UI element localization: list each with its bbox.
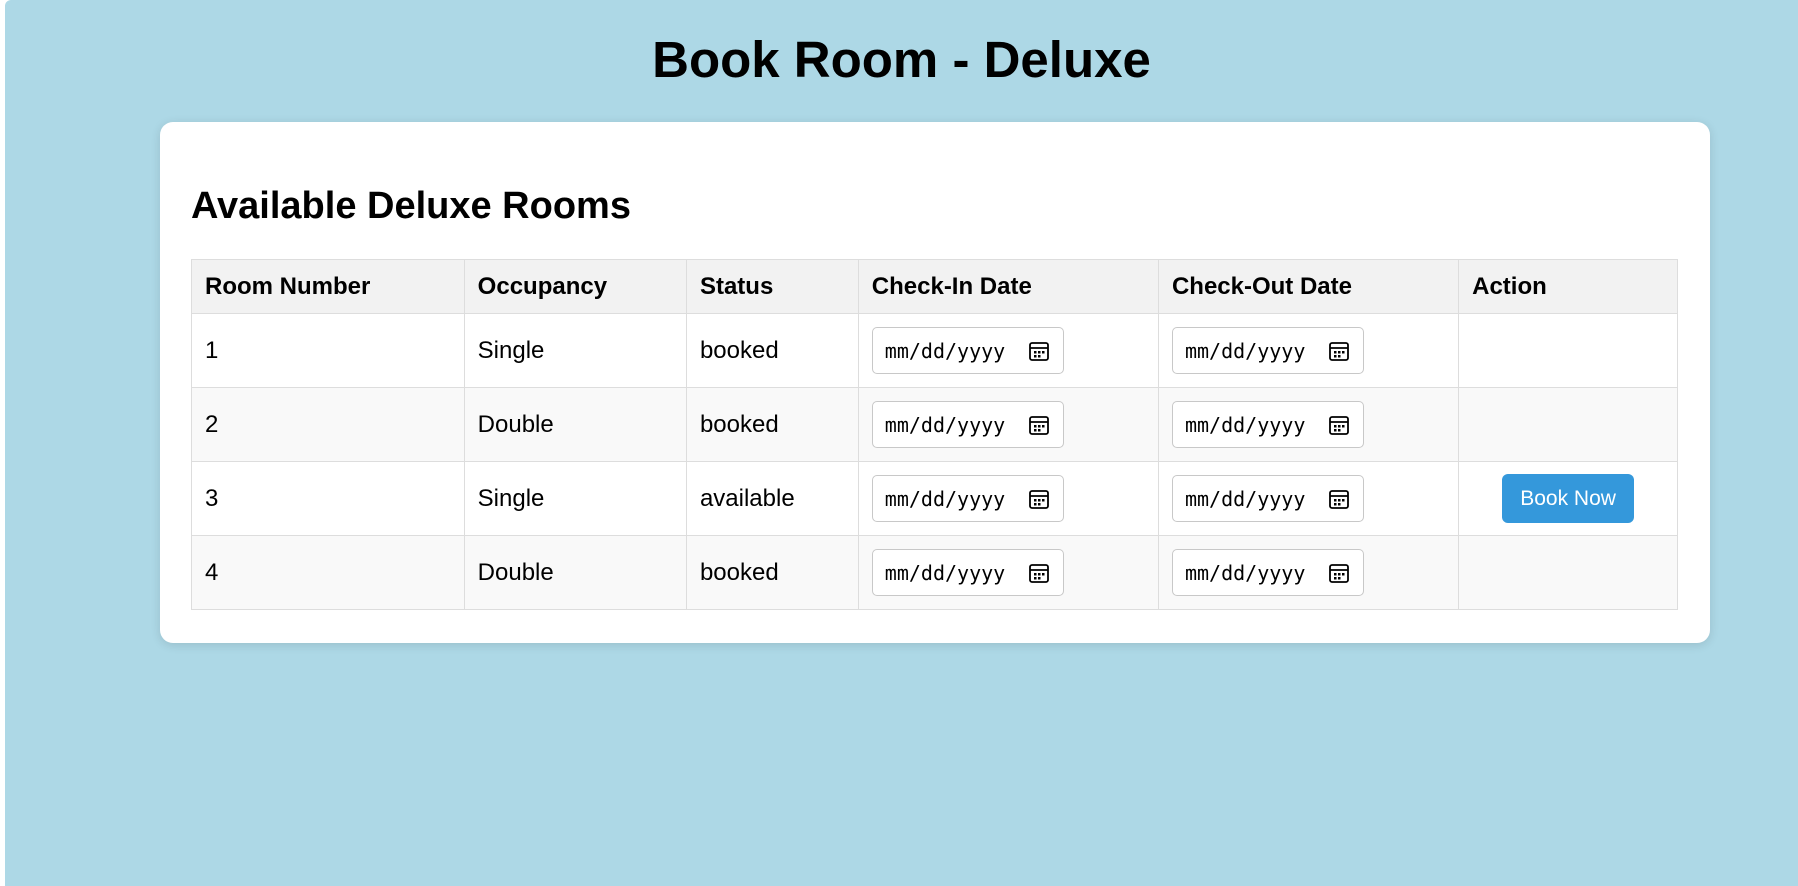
- occupancy-cell: Double: [463, 535, 687, 610]
- status-cell: booked: [685, 387, 859, 462]
- table-row: 4 Double booked mm/dd/yyyy mm/dd/yyyy: [191, 535, 1678, 610]
- check-in-date-input[interactable]: mm/dd/yyyy: [871, 327, 1064, 374]
- rooms-card: Available Deluxe Rooms Room Number Occup…: [160, 122, 1710, 643]
- date-placeholder: mm/dd/yyyy: [1184, 486, 1306, 511]
- calendar-icon[interactable]: [1028, 414, 1050, 436]
- date-placeholder: mm/dd/yyyy: [884, 486, 1006, 511]
- check-in-cell: mm/dd/yyyy: [857, 387, 1159, 462]
- date-placeholder: mm/dd/yyyy: [1184, 338, 1306, 363]
- table-row: 1 Single booked mm/dd/yyyy mm/dd/yyyy: [191, 313, 1678, 388]
- occupancy-cell: Double: [463, 387, 687, 462]
- check-out-date-input[interactable]: mm/dd/yyyy: [1171, 475, 1364, 522]
- section-title: Available Deluxe Rooms: [191, 185, 631, 227]
- column-header-check-in: Check-In Date: [857, 259, 1159, 314]
- room-number-cell: 1: [191, 313, 465, 388]
- date-placeholder: mm/dd/yyyy: [884, 412, 1006, 437]
- column-header-status: Status: [685, 259, 859, 314]
- page-title: Book Room - Deluxe: [652, 31, 1151, 88]
- calendar-icon[interactable]: [1328, 488, 1350, 510]
- book-now-button[interactable]: Book Now: [1502, 474, 1634, 523]
- date-placeholder: mm/dd/yyyy: [884, 560, 1006, 585]
- check-out-date-input[interactable]: mm/dd/yyyy: [1171, 401, 1364, 448]
- check-out-cell: mm/dd/yyyy: [1157, 535, 1460, 610]
- room-number-cell: 3: [191, 461, 465, 536]
- check-in-date-input[interactable]: mm/dd/yyyy: [871, 475, 1064, 522]
- date-placeholder: mm/dd/yyyy: [884, 338, 1006, 363]
- date-placeholder: mm/dd/yyyy: [1184, 412, 1306, 437]
- check-out-cell: mm/dd/yyyy: [1157, 313, 1460, 388]
- table-header-row: Room Number Occupancy Status Check-In Da…: [191, 259, 1678, 314]
- check-out-date-input[interactable]: mm/dd/yyyy: [1171, 549, 1364, 596]
- column-header-room-number: Room Number: [191, 259, 465, 314]
- status-cell: available: [685, 461, 859, 536]
- action-cell: Book Now: [1458, 461, 1678, 536]
- column-header-occupancy: Occupancy: [463, 259, 687, 314]
- action-cell: [1458, 535, 1678, 610]
- status-cell: booked: [685, 313, 859, 388]
- occupancy-cell: Single: [463, 461, 687, 536]
- page-viewport: Book Room - Deluxe Available Deluxe Room…: [5, 0, 1798, 886]
- calendar-icon[interactable]: [1328, 340, 1350, 362]
- check-out-date-input[interactable]: mm/dd/yyyy: [1171, 327, 1364, 374]
- occupancy-cell: Single: [463, 313, 687, 388]
- column-header-action: Action: [1458, 259, 1678, 314]
- calendar-icon[interactable]: [1028, 340, 1050, 362]
- table-row: 3 Single available mm/dd/yyyy mm/dd/yyyy…: [191, 461, 1678, 536]
- date-placeholder: mm/dd/yyyy: [1184, 560, 1306, 585]
- column-header-check-out: Check-Out Date: [1157, 259, 1460, 314]
- room-number-cell: 4: [191, 535, 465, 610]
- action-cell: [1458, 387, 1678, 462]
- check-in-date-input[interactable]: mm/dd/yyyy: [871, 401, 1064, 448]
- check-in-cell: mm/dd/yyyy: [857, 313, 1159, 388]
- room-number-cell: 2: [191, 387, 465, 462]
- rooms-table: Room Number Occupancy Status Check-In Da…: [191, 259, 1678, 610]
- action-cell: [1458, 313, 1678, 388]
- calendar-icon[interactable]: [1328, 562, 1350, 584]
- calendar-icon[interactable]: [1328, 414, 1350, 436]
- calendar-icon[interactable]: [1028, 488, 1050, 510]
- calendar-icon[interactable]: [1028, 562, 1050, 584]
- status-cell: booked: [685, 535, 859, 610]
- check-in-cell: mm/dd/yyyy: [857, 535, 1159, 610]
- check-out-cell: mm/dd/yyyy: [1157, 387, 1460, 462]
- check-out-cell: mm/dd/yyyy: [1157, 461, 1460, 536]
- check-in-cell: mm/dd/yyyy: [857, 461, 1159, 536]
- table-row: 2 Double booked mm/dd/yyyy mm/dd/yyyy: [191, 387, 1678, 462]
- check-in-date-input[interactable]: mm/dd/yyyy: [871, 549, 1064, 596]
